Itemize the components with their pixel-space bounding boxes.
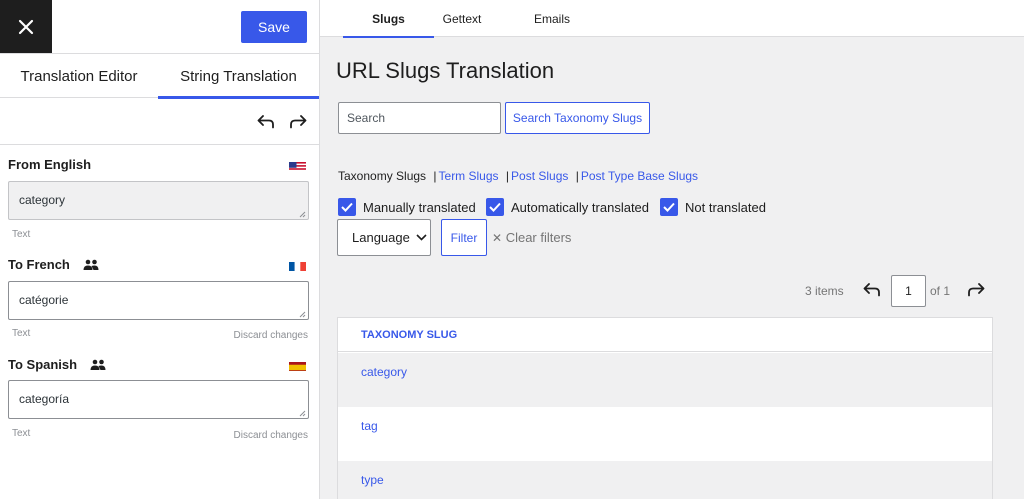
target-language-label-spanish: To Spanish [8,357,78,372]
checkbox-checked[interactable] [338,198,356,216]
fr-flag-icon [289,260,306,271]
main-tabs: Slugs Gettext Emails [320,0,1024,38]
table-row: category [338,353,992,407]
main-content: Slugs Gettext Emails URL Slugs Translati… [320,0,1024,499]
tab-slugs[interactable]: Slugs [343,0,434,38]
discard-changes-french[interactable]: Discard changes [234,330,308,341]
language-select[interactable]: Language [337,219,431,256]
source-text-field [8,181,309,220]
checkbox-checked[interactable] [486,198,504,216]
table-row: tag [338,407,992,461]
history-toolbar [0,98,319,145]
checkmark-icon [341,202,353,212]
subnav-term-slugs[interactable]: Term Slugs [439,169,499,183]
checkbox-label: Automatically translated [511,199,650,215]
checkbox-manually-translated[interactable]: Manually translated [338,197,476,217]
checkbox-label: Manually translated [363,199,476,215]
source-language-label: From English [8,157,92,172]
close-icon [18,19,34,35]
editor-sidebar: Save Translation Editor String Translati… [0,0,320,499]
clear-filters-label: Clear filters [505,230,572,245]
table-row: type [338,461,992,499]
language-select-value: Language [352,230,410,245]
spanish-translation-field[interactable] [8,380,309,419]
es-flag-icon [289,360,306,371]
spanish-type-label: Text [12,428,31,439]
save-button[interactable]: Save [241,11,307,43]
undo-icon [257,115,274,129]
french-translation-field[interactable] [8,281,309,320]
chevron-down-icon [416,234,427,241]
subnav-separator: | [575,169,579,183]
slugs-table: TAXONOMY SLUG category tag type [337,317,993,499]
search-input[interactable] [338,102,501,134]
app-root: Save Translation Editor String Translati… [0,0,1024,499]
checkbox-checked[interactable] [660,198,678,216]
tab-gettext[interactable]: Gettext [434,0,490,37]
tab-emails[interactable]: Emails [524,0,580,37]
subnav-post-slugs[interactable]: Post Slugs [511,169,568,183]
subnav-current: Taxonomy Slugs [338,169,427,183]
resize-grip-icon[interactable] [299,211,306,218]
subnav-post-type-base-slugs[interactable]: Post Type Base Slugs [581,169,698,183]
people-icon [83,259,99,270]
tab-translation-editor[interactable]: Translation Editor [0,54,158,98]
french-type-label: Text [12,328,31,339]
close-button[interactable] [0,0,52,54]
next-page-button[interactable] [964,278,988,302]
slug-link[interactable]: category [361,365,407,379]
slug-link[interactable]: tag [361,419,378,433]
source-type-label: Text [12,229,31,240]
resize-grip-icon[interactable] [299,311,306,318]
target-language-label-french: To French [8,257,70,272]
subnav-separator: | [505,169,510,183]
discard-changes-spanish[interactable]: Discard changes [234,430,308,441]
checkbox-automatically-translated[interactable]: Automatically translated [486,197,649,217]
us-flag-icon [289,160,306,171]
clear-filters-button[interactable]: ✕ Clear filters [492,230,571,245]
undo-icon [863,283,880,297]
undo-button[interactable] [254,110,278,134]
page-title: URL Slugs Translation [336,58,555,83]
editor-tabs: Translation Editor String Translation [0,54,319,99]
slug-link[interactable]: type [361,473,384,487]
slug-type-nav: Taxonomy Slugs | Term Slugs | Post Slugs |… [338,169,698,183]
redo-icon [290,115,307,129]
checkmark-icon [489,202,501,212]
checkbox-label: Not translated [685,199,766,215]
filter-button[interactable]: Filter [441,219,487,256]
checkmark-icon [663,202,675,212]
items-count: 3 items [805,284,844,298]
resize-grip-icon[interactable] [299,410,306,417]
search-taxonomy-slugs-button[interactable]: Search Taxonomy Slugs [505,102,650,134]
checkbox-not-translated[interactable]: Not translated [660,197,766,217]
redo-button[interactable] [286,110,310,134]
total-pages: of 1 [930,284,951,298]
close-icon: ✕ [492,231,503,245]
people-icon [90,359,106,370]
tab-string-translation[interactable]: String Translation [158,54,319,99]
column-header-taxonomy-slug[interactable]: TAXONOMY SLUG [338,318,992,352]
page-number-input[interactable] [891,275,926,307]
previous-page-button[interactable] [860,278,884,302]
subnav-separator: | [433,169,437,183]
redo-icon [968,283,985,297]
